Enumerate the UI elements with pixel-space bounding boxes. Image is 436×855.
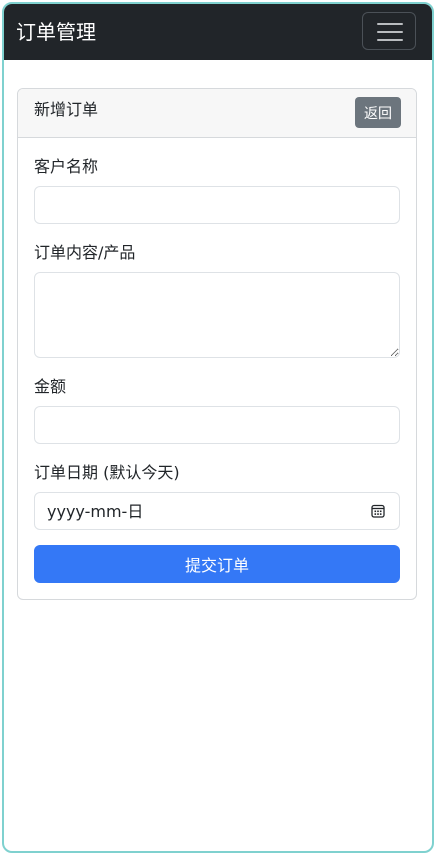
navbar-brand[interactable]: 订单管理	[16, 18, 96, 46]
date-placeholder-text: yyyy-mm-日	[47, 502, 144, 521]
order-date-input[interactable]: yyyy-mm-日	[34, 492, 400, 530]
app-frame: 订单管理 新增订单 返回 客户名称 订单内容/产品 金额 订单日期 (默认今天)…	[2, 2, 434, 853]
card-header: 新增订单 返回	[18, 89, 416, 138]
back-button[interactable]: 返回	[355, 97, 401, 128]
hamburger-menu-icon	[377, 23, 403, 41]
order-form-card: 新增订单 返回 客户名称 订单内容/产品 金额 订单日期 (默认今天) yyyy…	[17, 88, 417, 600]
navbar: 订单管理	[4, 4, 432, 60]
card-title: 新增订单	[34, 100, 99, 119]
amount-input[interactable]	[34, 406, 400, 444]
calendar-icon[interactable]	[371, 504, 385, 518]
order-content-label: 订单内容/产品	[34, 243, 136, 262]
customer-name-label: 客户名称	[34, 157, 99, 176]
submit-order-button[interactable]: 提交订单	[34, 545, 400, 583]
order-content-textarea[interactable]	[34, 272, 400, 358]
navbar-toggler-button[interactable]	[362, 12, 416, 50]
order-date-label: 订单日期 (默认今天)	[34, 463, 180, 482]
customer-name-input[interactable]	[34, 186, 400, 224]
amount-label: 金额	[34, 377, 67, 396]
